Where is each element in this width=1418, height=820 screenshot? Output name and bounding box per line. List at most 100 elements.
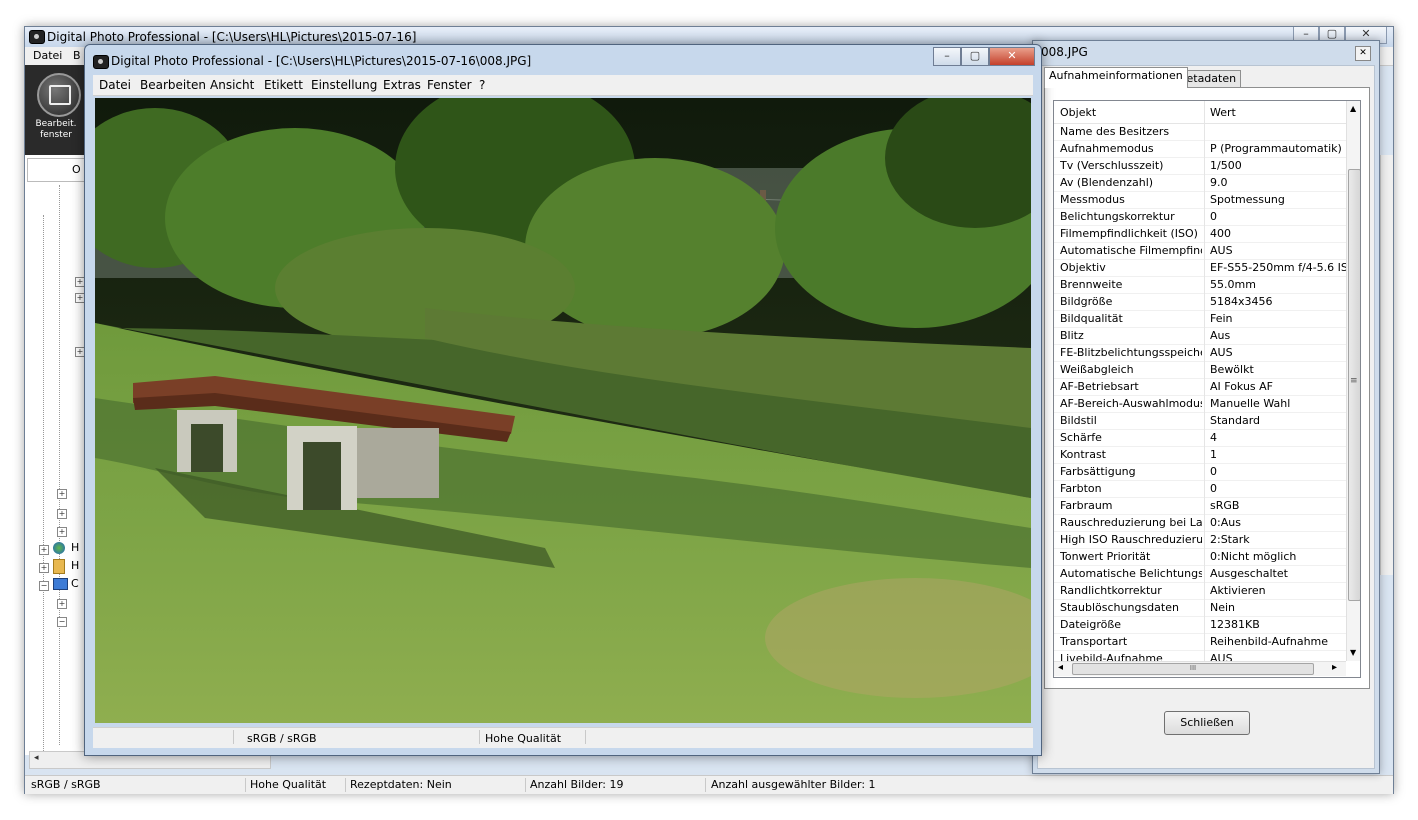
- tree-expand-icon[interactable]: +: [57, 509, 67, 519]
- properties-list[interactable]: Objekt Wert Name des Besitzers Aufnahmemo…: [1053, 100, 1361, 678]
- menu-extras[interactable]: Extras: [383, 78, 421, 92]
- menu-help[interactable]: ?: [479, 78, 485, 92]
- table-row[interactable]: Blitz Aus: [1054, 327, 1346, 345]
- main-vertical-scrollbar[interactable]: [1380, 155, 1393, 575]
- table-row[interactable]: Aufnahmemodus P (Programmautomatik): [1054, 140, 1346, 158]
- menu-datei[interactable]: Datei: [33, 49, 62, 62]
- table-row[interactable]: Tonwert Priorität 0:Nicht möglich: [1054, 548, 1346, 566]
- table-row[interactable]: FE-Blitzbelichtungsspeicher... AUS: [1054, 344, 1346, 362]
- property-value: 0: [1210, 210, 1217, 223]
- info-close-icon[interactable]: ✕: [1355, 46, 1371, 61]
- property-value: sRGB: [1210, 499, 1240, 512]
- minimize-button[interactable]: –: [933, 47, 961, 66]
- tree-expand-icon[interactable]: +: [57, 489, 67, 499]
- table-row[interactable]: AF-Betriebsart AI Fokus AF: [1054, 378, 1346, 396]
- table-row[interactable]: Kontrast 1: [1054, 446, 1346, 464]
- edit-window-label: Bearbeit. fenster: [35, 119, 77, 140]
- property-value: 400: [1210, 227, 1231, 240]
- table-row[interactable]: Tv (Verschlusszeit) 1/500: [1054, 157, 1346, 175]
- table-row[interactable]: Rauschreduzierung bei Lan... 0:Aus: [1054, 514, 1346, 532]
- property-name: High ISO Rauschreduzierung: [1060, 533, 1202, 546]
- table-row[interactable]: Staublöschungsdaten Nein: [1054, 599, 1346, 617]
- table-row[interactable]: Bildgröße 5184x3456: [1054, 293, 1346, 311]
- property-value: 1: [1210, 448, 1217, 461]
- property-name: Bildqualität: [1060, 312, 1123, 325]
- status-image-count: Anzahl Bilder: 19: [530, 778, 624, 791]
- list-vertical-scrollbar[interactable]: ▲ ≡ ▼: [1346, 101, 1360, 661]
- property-value: 4: [1210, 431, 1217, 444]
- table-row[interactable]: Automatische Filmempfindli... AUS: [1054, 242, 1346, 260]
- table-row[interactable]: Farbraum sRGB: [1054, 497, 1346, 515]
- table-row[interactable]: Av (Blendenzahl) 9.0: [1054, 174, 1346, 192]
- status-color-space: sRGB / sRGB: [247, 732, 317, 745]
- table-row[interactable]: Schärfe 4: [1054, 429, 1346, 447]
- edit-window-button[interactable]: [37, 73, 81, 117]
- table-row[interactable]: Belichtungskorrektur 0: [1054, 208, 1346, 226]
- tree-collapse-icon[interactable]: −: [57, 617, 67, 627]
- table-row[interactable]: Bildqualität Fein: [1054, 310, 1346, 328]
- tree-expand-icon[interactable]: +: [39, 545, 49, 555]
- scroll-right-arrow-icon[interactable]: ▸: [1332, 662, 1337, 673]
- tree-expand-icon[interactable]: +: [39, 563, 49, 573]
- tree-item-label[interactable]: H: [71, 559, 79, 572]
- tab-aufnahmeinformationen[interactable]: Aufnahmeinformationen: [1044, 67, 1188, 88]
- table-row[interactable]: Transportart Reihenbild-Aufnahme: [1054, 633, 1346, 651]
- tree-expand-icon[interactable]: +: [57, 527, 67, 537]
- menu-einstellung[interactable]: Einstellung: [311, 78, 377, 92]
- close-button[interactable]: Schließen: [1164, 711, 1250, 735]
- tree-collapse-icon[interactable]: −: [39, 581, 49, 591]
- tree-item-label[interactable]: C: [71, 577, 79, 590]
- property-name: Blitz: [1060, 329, 1084, 342]
- menu-fenster[interactable]: Fenster: [427, 78, 472, 92]
- column-header-objekt[interactable]: Objekt: [1060, 106, 1096, 119]
- table-row[interactable]: Farbton 0: [1054, 480, 1346, 498]
- table-row[interactable]: Randlichtkorrektur Aktivieren: [1054, 582, 1346, 600]
- list-horizontal-scrollbar[interactable]: ◂ III ▸: [1054, 661, 1346, 676]
- maximize-button[interactable]: ▢: [961, 47, 989, 66]
- table-row[interactable]: High ISO Rauschreduzierung 2:Stark: [1054, 531, 1346, 549]
- table-row[interactable]: Automatische Belichtungso... Ausgeschalte…: [1054, 565, 1346, 583]
- column-divider[interactable]: [1204, 101, 1205, 123]
- menu-bearbeiten[interactable]: Bearbeiten: [140, 78, 206, 92]
- tree-expand-icon[interactable]: +: [57, 599, 67, 609]
- tree-header[interactable]: O: [27, 158, 85, 182]
- tree-guide-line: [59, 185, 61, 745]
- table-row[interactable]: Dateigröße 12381KB: [1054, 616, 1346, 634]
- scroll-thumb[interactable]: ≡: [1348, 169, 1360, 601]
- property-value: 9.0: [1210, 176, 1228, 189]
- table-row[interactable]: Farbsättigung 0: [1054, 463, 1346, 481]
- scroll-down-arrow-icon[interactable]: ▼: [1350, 648, 1356, 657]
- scroll-left-arrow-icon[interactable]: ◂: [1058, 662, 1063, 673]
- close-button[interactable]: ✕: [989, 47, 1035, 66]
- scroll-thumb[interactable]: III: [1072, 663, 1314, 675]
- property-name: Randlichtkorrektur: [1060, 584, 1162, 597]
- scroll-left-arrow-icon[interactable]: ◂: [34, 753, 39, 763]
- table-row[interactable]: Bildstil Standard: [1054, 412, 1346, 430]
- menu-etikett[interactable]: Etikett: [264, 78, 303, 92]
- menu-bearbeiten[interactable]: B: [73, 49, 81, 62]
- property-value: Nein: [1210, 601, 1236, 614]
- table-row[interactable]: Name des Besitzers: [1054, 123, 1346, 141]
- column-header-wert[interactable]: Wert: [1210, 106, 1236, 119]
- property-name: Weißabgleich: [1060, 363, 1134, 376]
- table-row[interactable]: Objektiv EF-S55-250mm f/4-5.6 IS II: [1054, 259, 1346, 277]
- scroll-up-arrow-icon[interactable]: ▲: [1350, 104, 1356, 113]
- menu-datei[interactable]: Datei: [99, 78, 131, 92]
- table-row[interactable]: Weißabgleich Bewölkt: [1054, 361, 1346, 379]
- menu-ansicht[interactable]: Ansicht: [210, 78, 254, 92]
- table-row[interactable]: Brennweite 55.0mm: [1054, 276, 1346, 294]
- property-name: AF-Bereich-Auswahlmodus: [1060, 397, 1202, 410]
- main-toolbar: Bearbeit. fenster: [25, 65, 85, 155]
- table-row[interactable]: Filmempfindlichkeit (ISO) 400: [1054, 225, 1346, 243]
- tree-item-label[interactable]: H: [71, 541, 79, 554]
- property-name: Rauschreduzierung bei Lan...: [1060, 516, 1202, 529]
- property-name: FE-Blitzbelichtungsspeicher...: [1060, 346, 1202, 359]
- property-name: AF-Betriebsart: [1060, 380, 1139, 393]
- edit-icon: [49, 85, 71, 105]
- photo-view[interactable]: [95, 98, 1031, 723]
- table-row[interactable]: AF-Bereich-Auswahlmodus Manuelle Wahl: [1054, 395, 1346, 413]
- property-name: Bildgröße: [1060, 295, 1113, 308]
- table-row[interactable]: Messmodus Spotmessung: [1054, 191, 1346, 209]
- status-divider: [705, 778, 706, 792]
- tree-header-text: O: [72, 163, 81, 176]
